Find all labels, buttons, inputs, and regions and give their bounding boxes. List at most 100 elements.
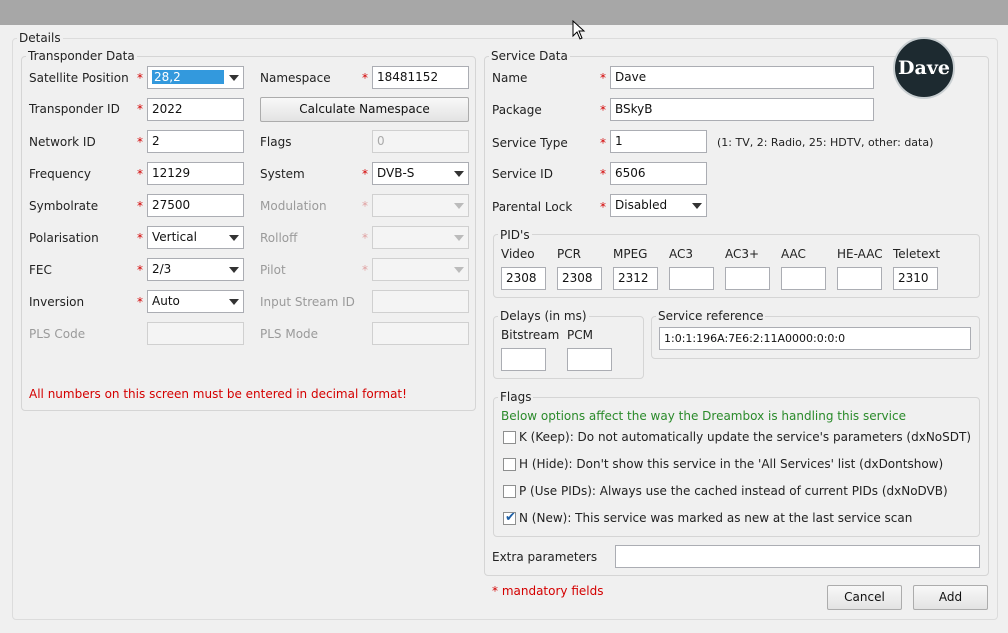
parental-lock-select[interactable]: Disabled [610, 194, 707, 217]
pid-aac-label: AAC [781, 247, 806, 261]
transponder-id-label: Transponder ID [29, 102, 120, 116]
pid-heaac-input[interactable] [837, 267, 882, 290]
satellite-position-value: 28,2 [152, 70, 224, 84]
extra-parameters-label: Extra parameters [492, 550, 598, 564]
namespace-label: Namespace [260, 71, 331, 85]
modulation-label: Modulation [260, 199, 327, 213]
use-pids-checkbox[interactable] [503, 485, 516, 498]
flags-input[interactable]: 0 [372, 130, 469, 153]
symbolrate-label: Symbolrate [29, 199, 99, 213]
parental-lock-value: Disabled [615, 198, 668, 212]
required-mark: * [600, 103, 606, 117]
pid-ac3-input[interactable] [669, 267, 714, 290]
service-id-input[interactable]: 6506 [610, 162, 707, 185]
inversion-label: Inversion [29, 295, 85, 309]
pls-mode-label: PLS Mode [260, 327, 319, 341]
inversion-select[interactable]: Auto [147, 290, 244, 313]
modulation-select[interactable] [372, 194, 469, 217]
keep-checkbox[interactable] [503, 431, 516, 444]
extra-parameters-input[interactable] [615, 545, 980, 568]
pls-code-label: PLS Code [29, 327, 86, 341]
window-titlebar[interactable] [0, 0, 1008, 25]
pid-pcr-label: PCR [557, 247, 581, 261]
add-button[interactable]: Add [913, 585, 988, 610]
package-input[interactable]: BSkyB [610, 98, 874, 121]
required-mark: * [137, 167, 143, 181]
chevron-down-icon [229, 75, 239, 81]
required-mark: * [362, 167, 368, 181]
system-value: DVB-S [377, 166, 415, 180]
pid-ac3plus-input[interactable] [725, 267, 770, 290]
delays-title: Delays (in ms) [498, 309, 589, 323]
flags-label: Flags [260, 135, 292, 149]
satellite-position-select[interactable]: 28,2 [147, 66, 244, 89]
new-label[interactable]: N (New): This service was marked as new … [519, 511, 912, 525]
details-title: Details [17, 31, 63, 45]
input-stream-id-input[interactable] [372, 290, 469, 313]
flags-title: Flags [498, 390, 534, 404]
pid-ac3plus-label: AC3+ [725, 247, 760, 261]
pid-video-input[interactable]: 2308 [501, 267, 546, 290]
fec-value: 2/3 [152, 262, 172, 276]
polarisation-value: Vertical [152, 230, 197, 244]
service-reference-title: Service reference [656, 309, 766, 323]
keep-label[interactable]: K (Keep): Do not automatically update th… [519, 430, 971, 444]
pls-code-input[interactable] [147, 322, 244, 345]
fec-select[interactable]: 2/3 [147, 258, 244, 281]
pid-mpeg-input[interactable]: 2312 [613, 267, 658, 290]
service-title: Service Data [489, 49, 570, 63]
service-type-hint: (1: TV, 2: Radio, 25: HDTV, other: data) [717, 136, 934, 149]
mouse-cursor-icon [572, 20, 586, 40]
transponder-title: Transponder Data [26, 49, 137, 63]
hide-checkbox[interactable] [503, 458, 516, 471]
pid-pcr-input[interactable]: 2308 [557, 267, 602, 290]
service-reference-input[interactable]: 1:0:1:196A:7E6:2:11A0000:0:0:0 [659, 327, 971, 350]
required-mark: * [137, 263, 143, 277]
hide-label[interactable]: H (Hide): Don't show this service in the… [519, 457, 943, 471]
polarisation-select[interactable]: Vertical [147, 226, 244, 249]
pid-mpeg-label: MPEG [613, 247, 648, 261]
name-input[interactable]: Dave [610, 66, 874, 89]
calculate-namespace-button[interactable]: Calculate Namespace [260, 97, 469, 122]
parental-lock-label: Parental Lock [492, 200, 573, 214]
bitstream-input[interactable] [501, 348, 546, 371]
use-pids-label[interactable]: P (Use PIDs): Always use the cached inst… [519, 484, 948, 498]
cancel-button[interactable]: Cancel [827, 585, 902, 610]
chevron-down-icon [229, 299, 239, 305]
bitstream-label: Bitstream [501, 328, 560, 342]
pls-mode-input[interactable] [372, 322, 469, 345]
pid-aac-input[interactable] [781, 267, 826, 290]
frequency-input[interactable]: 12129 [147, 162, 244, 185]
decimal-format-warning: All numbers on this screen must be enter… [29, 387, 407, 401]
pid-teletext-label: Teletext [893, 247, 941, 261]
required-mark: * [137, 295, 143, 309]
network-id-input[interactable]: 2 [147, 130, 244, 153]
rolloff-select[interactable] [372, 226, 469, 249]
chevron-down-icon [692, 203, 702, 209]
name-label: Name [492, 71, 528, 85]
pcm-input[interactable] [567, 348, 612, 371]
pilot-select[interactable] [372, 258, 469, 281]
inversion-value: Auto [152, 294, 180, 308]
required-mark: * [137, 102, 143, 116]
service-id-label: Service ID [492, 167, 553, 181]
chevron-down-icon [229, 267, 239, 273]
required-mark: * [600, 167, 606, 181]
required-mark: * [362, 71, 368, 85]
required-mark: * [137, 199, 143, 213]
pilot-label: Pilot [260, 263, 286, 277]
system-select[interactable]: DVB-S [372, 162, 469, 185]
pid-video-label: Video [501, 247, 535, 261]
symbolrate-input[interactable]: 27500 [147, 194, 244, 217]
chevron-down-icon [229, 235, 239, 241]
transponder-id-input[interactable]: 2022 [147, 98, 244, 121]
required-mark: * [362, 199, 368, 213]
new-checkbox[interactable]: ✔ [503, 510, 516, 525]
namespace-input[interactable]: 18481152 [372, 66, 469, 89]
polarisation-label: Polarisation [29, 231, 99, 245]
service-type-label: Service Type [492, 136, 568, 150]
required-mark: * [362, 231, 368, 245]
pid-teletext-input[interactable]: 2310 [893, 267, 938, 290]
service-type-input[interactable]: 1 [610, 130, 707, 153]
pids-title: PID's [498, 228, 532, 242]
